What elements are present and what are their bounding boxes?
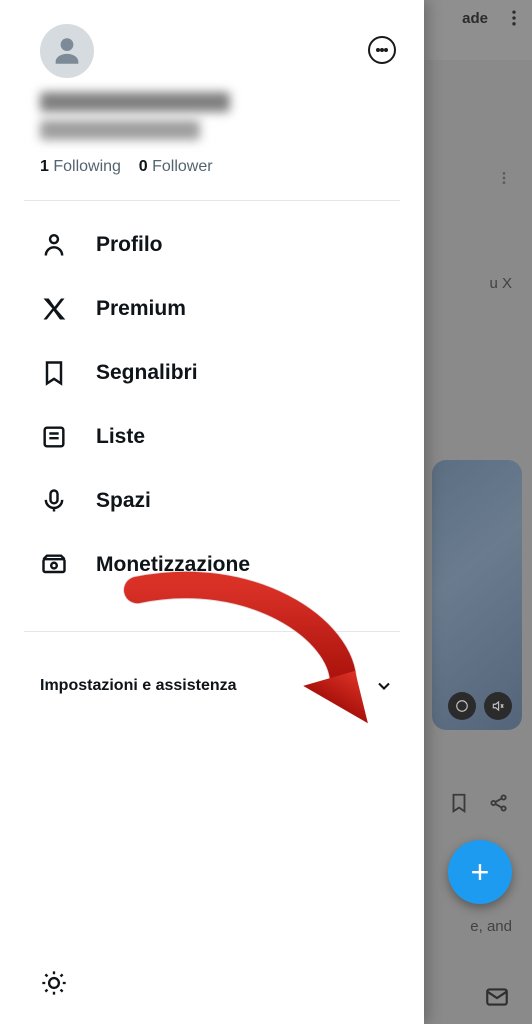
menu-item-monetization[interactable]: Monetizzazione [0, 533, 424, 597]
plus-icon: + [471, 854, 490, 891]
divider [24, 631, 400, 632]
menu-item-premium[interactable]: Premium [0, 277, 424, 341]
chevron-down-icon [374, 676, 394, 696]
menu-label: Liste [96, 425, 145, 449]
background-dimmed: ade u X + e, and [422, 0, 532, 1024]
follow-stats[interactable]: 1 Following 0 Follower [0, 158, 424, 176]
person-icon [50, 34, 84, 68]
drawer-footer [0, 951, 424, 1024]
menu-item-lists[interactable]: Liste [0, 405, 424, 469]
settings-label: Impostazioni e assistenza [40, 677, 237, 695]
messages-icon[interactable] [484, 984, 510, 1010]
mute-icon[interactable] [484, 692, 512, 720]
navigation-drawer: 1 Following 0 Follower Profilo Premium S… [0, 0, 424, 1024]
menu-item-spaces[interactable]: Spazi [0, 469, 424, 533]
settings-and-support[interactable]: Impostazioni e assistenza [40, 662, 394, 710]
theme-toggle-icon[interactable] [40, 969, 68, 997]
bg-caption-fragment: e, and [470, 918, 512, 935]
microphone-icon [40, 487, 68, 515]
following-count: 1 [40, 158, 49, 175]
x-logo-icon [40, 295, 68, 323]
profile-icon [40, 231, 68, 259]
bookmark-icon[interactable] [448, 792, 470, 814]
menu-label: Spazi [96, 489, 151, 513]
drawer-menu: Profilo Premium Segnalibri Liste Spazi M… [0, 201, 424, 607]
share-icon[interactable] [488, 792, 510, 814]
accounts-button[interactable] [368, 36, 396, 64]
menu-item-bookmarks[interactable]: Segnalibri [0, 341, 424, 405]
bg-media-card [432, 460, 522, 730]
menu-item-profile[interactable]: Profilo [0, 213, 424, 277]
username-block [0, 92, 424, 140]
money-icon [40, 551, 68, 579]
bg-post-fragment: u X [489, 275, 512, 292]
menu-label: Segnalibri [96, 361, 198, 385]
drawer-header [0, 24, 424, 78]
avatar[interactable] [40, 24, 94, 78]
more-icon[interactable] [504, 8, 524, 28]
display-name-redacted [40, 92, 230, 112]
handle-redacted [40, 120, 200, 140]
follower-label: Follower [152, 158, 212, 175]
menu-label: Monetizzazione [96, 553, 250, 577]
menu-label: Profilo [96, 233, 163, 257]
media-badge-icon [448, 692, 476, 720]
menu-label: Premium [96, 297, 186, 321]
bg-header-fragment: ade [462, 10, 488, 27]
post-more-icon[interactable] [496, 170, 512, 186]
compose-fab[interactable]: + [448, 840, 512, 904]
bookmark-icon [40, 359, 68, 387]
follower-count: 0 [139, 158, 148, 175]
list-icon [40, 423, 68, 451]
following-label: Following [53, 158, 121, 175]
